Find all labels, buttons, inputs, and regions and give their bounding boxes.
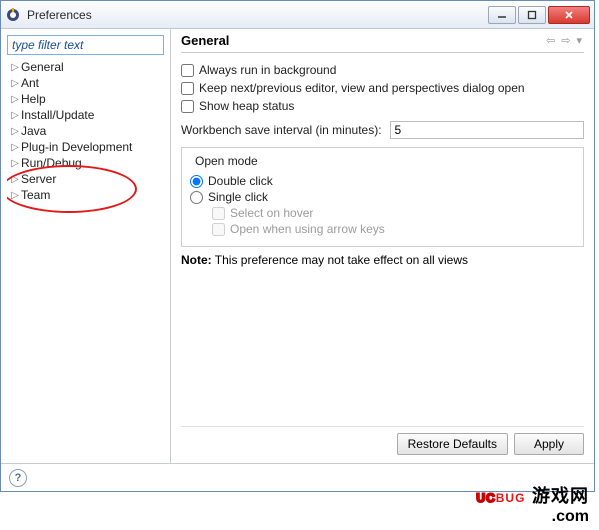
close-button[interactable] (548, 6, 590, 24)
single-click-radio[interactable] (190, 191, 203, 204)
show-heap-label: Show heap status (199, 99, 294, 113)
open-arrow-keys-checkbox (212, 223, 225, 236)
note-text: Note: This preference may not take effec… (181, 253, 584, 267)
apply-button[interactable]: Apply (514, 433, 584, 455)
save-interval-label: Workbench save interval (in minutes): (181, 123, 382, 137)
restore-defaults-button[interactable]: Restore Defaults (397, 433, 508, 455)
tree-item-install-update[interactable]: ▷Install/Update (7, 107, 164, 123)
help-icon[interactable]: ? (9, 469, 27, 487)
keep-editor-checkbox[interactable] (181, 82, 194, 95)
tree-item-plugin-dev[interactable]: ▷Plug-in Development (7, 139, 164, 155)
tree-item-help[interactable]: ▷Help (7, 91, 164, 107)
tree-item-ant[interactable]: ▷Ant (7, 75, 164, 91)
app-icon (5, 7, 21, 23)
tree-item-team[interactable]: ▷Team (7, 187, 164, 203)
select-on-hover-label: Select on hover (230, 206, 313, 220)
nav-back-icon[interactable]: ⇦ (544, 34, 557, 47)
open-mode-group: Open mode Double click Single click Sele… (181, 147, 584, 247)
tree-item-server[interactable]: ▷Server (7, 171, 164, 187)
select-on-hover-checkbox (212, 207, 225, 220)
always-run-bg-checkbox[interactable] (181, 64, 194, 77)
preferences-tree[interactable]: ▷General ▷Ant ▷Help ▷Install/Update ▷Jav… (7, 59, 164, 457)
open-mode-legend: Open mode (192, 154, 261, 168)
save-interval-input[interactable] (390, 121, 584, 139)
double-click-radio[interactable] (190, 175, 203, 188)
single-click-label: Single click (208, 190, 268, 204)
window-title: Preferences (27, 8, 488, 22)
open-arrow-keys-label: Open when using arrow keys (230, 222, 385, 236)
double-click-label: Double click (208, 174, 273, 188)
show-heap-checkbox[interactable] (181, 100, 194, 113)
tree-item-java[interactable]: ▷Java (7, 123, 164, 139)
always-run-bg-label: Always run in background (199, 63, 336, 77)
maximize-button[interactable] (518, 6, 546, 24)
panel-heading: General (181, 33, 544, 48)
minimize-button[interactable] (488, 6, 516, 24)
nav-menu-icon[interactable]: ▾ (574, 34, 584, 47)
tree-item-general[interactable]: ▷General (7, 59, 164, 75)
nav-forward-icon[interactable]: ⇨ (559, 34, 572, 47)
keep-editor-label: Keep next/previous editor, view and pers… (199, 81, 525, 95)
filter-input[interactable] (7, 35, 164, 55)
tree-item-run-debug[interactable]: ▷Run/Debug (7, 155, 164, 171)
